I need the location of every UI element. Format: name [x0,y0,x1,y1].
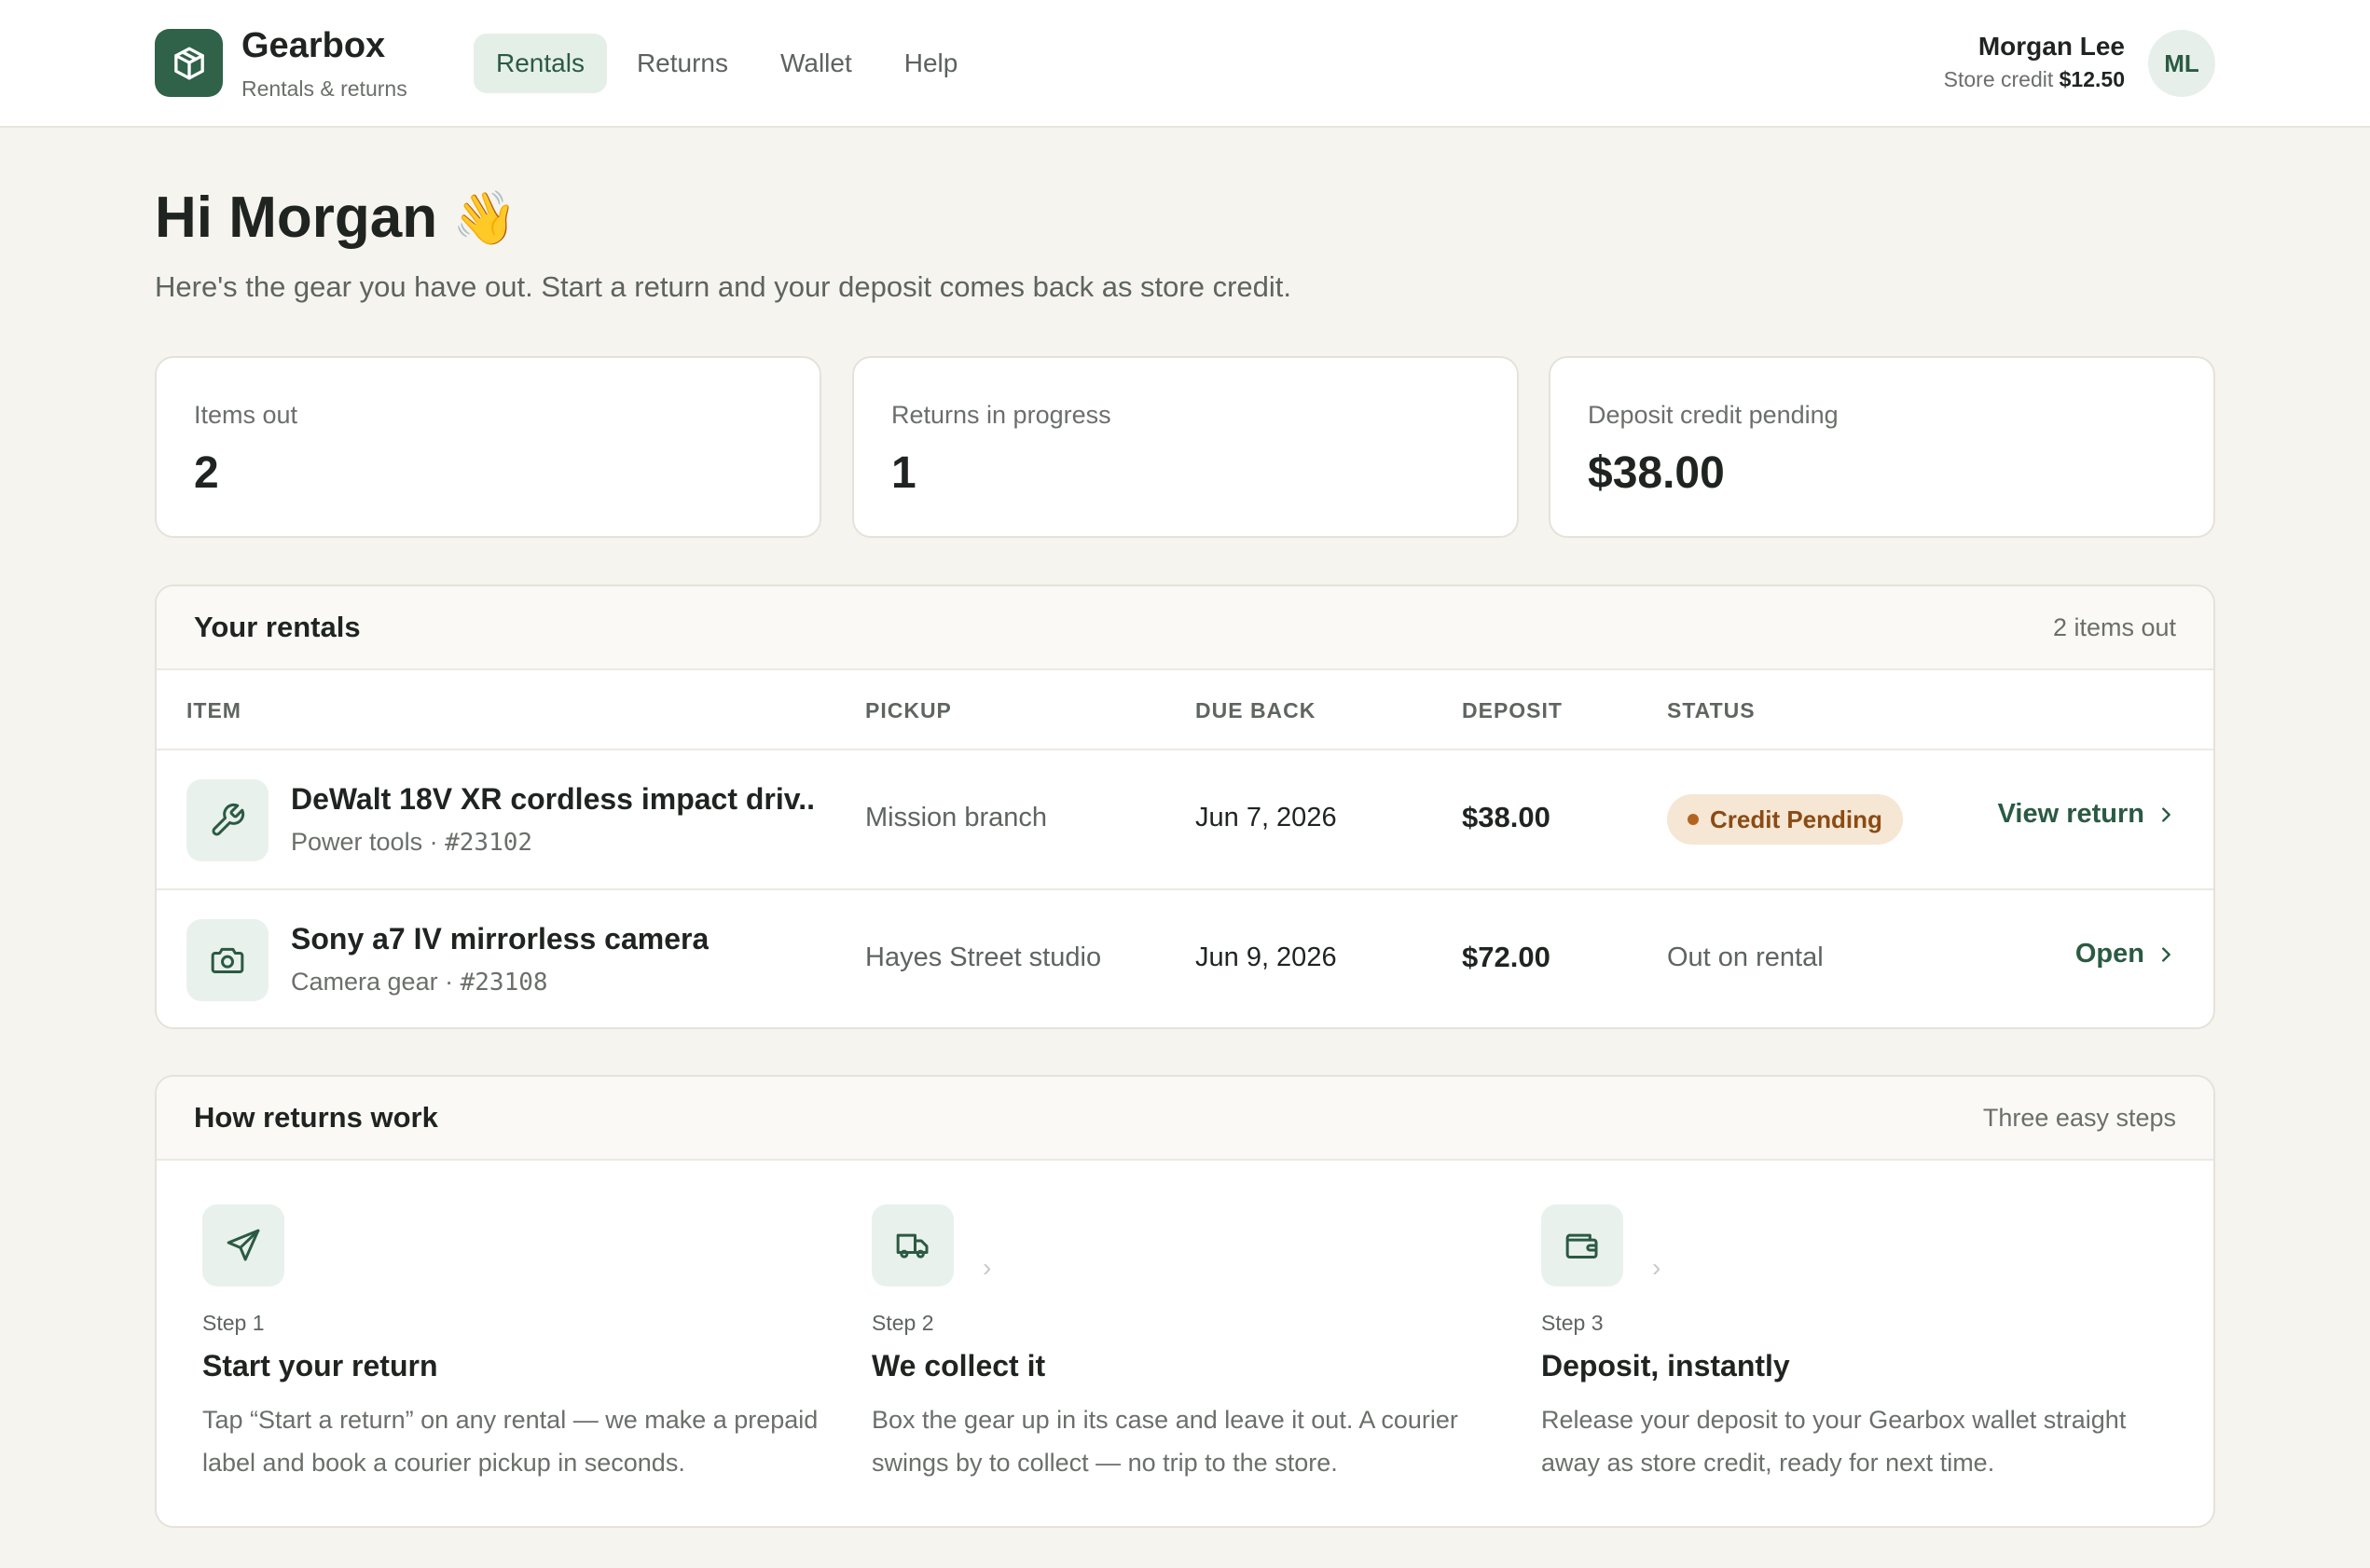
pickup-location: Mission branch [865,803,1048,832]
chevron-right-icon: › [983,1253,992,1282]
steps-container: Step 1 Start your return Tap “Start a re… [202,1204,2170,1484]
truck-icon [872,1204,954,1286]
rentals-panel: Your rentals 2 items out ITEM PICKUP DUE… [155,585,2215,1029]
page-subtitle: Here's the gear you have out. Start a re… [155,270,1292,303]
stat-label: Items out [194,401,298,429]
step-title: Start your return [202,1349,438,1382]
stat-card-returns-in-progress: Returns in progress 1 [852,356,1519,538]
box-logo-icon[interactable] [155,29,223,97]
brand-subtitle: Rentals & returns [241,76,407,101]
stat-label: Deposit credit pending [1588,401,1839,429]
waving-hand-icon: 👋 [452,187,517,247]
deposit-amount: $72.00 [1462,941,1550,973]
column-header-pickup: PICKUP [865,698,952,722]
item-meta: Camera gear · #23108 [291,968,548,997]
step-description: Tap “Start a return” on any rental — we … [202,1406,819,1477]
step-title: We collect it [872,1349,1046,1382]
how-returns-title: How returns work [194,1101,438,1134]
step-number: Step 2 [872,1311,934,1335]
column-header-deposit: DEPOSIT [1462,698,1563,722]
item-name: Sony a7 IV mirrorless camera [291,922,710,956]
user-name: Morgan Lee [1977,32,2125,61]
greeting-text: Hi Morgan [155,186,438,250]
step-title: Deposit, instantly [1541,1349,1790,1382]
status-dot-icon [1688,814,1699,825]
how-returns-aside: Three easy steps [1982,1103,2176,1132]
due-date: Jun 7, 2026 [1195,803,1337,832]
step-number: Step 1 [202,1311,265,1335]
wallet-icon [1541,1204,1623,1286]
item-sku: #23108 [460,969,548,997]
step-description: Box the gear up in its case and leave it… [872,1406,1458,1477]
rentals-title: Your rentals [194,611,361,643]
chevron-right-icon: › [1652,1253,1661,1282]
column-header-status: STATUS [1667,698,1756,722]
table-header: ITEM PICKUP DUE BACK DEPOSIT STATUS [157,670,2213,750]
step-description: Release your deposit to your Gearbox wal… [1541,1406,2127,1477]
chevron-right-icon [2162,946,2170,962]
nav-rentals[interactable]: Rentals [474,34,607,93]
stat-value: $38.00 [1588,448,1725,498]
item-sku: #23102 [445,829,533,857]
status-text: Out on rental [1667,942,1824,972]
meta-separator: · [429,828,438,856]
column-header-item: ITEM [186,698,241,722]
camera-icon [186,919,269,1001]
stat-value: 1 [891,448,916,498]
top-bar: Gearbox Rentals & returns Rentals Return… [0,0,2370,128]
pickup-location: Hayes Street studio [865,942,1102,972]
status-badge: Credit Pending [1667,794,1903,845]
store-credit-value: $12.50 [2059,67,2125,91]
chevron-right-icon [2162,806,2170,822]
brand-name: Gearbox [241,26,386,65]
item-category: Power tools [291,828,423,856]
nav-returns[interactable]: Returns [614,34,751,93]
how-returns-panel: How returns work Three easy steps Step 1… [155,1075,2215,1528]
rentals-count: 2 items out [2052,612,2176,641]
item-meta: Power tools · #23102 [291,828,532,857]
meta-separator: · [445,968,454,996]
column-header-due-back: DUE BACK [1195,698,1316,722]
wrench-icon [186,779,269,861]
view-return-link[interactable]: View return [1998,799,2176,830]
send-icon [202,1204,284,1286]
page-title: Hi Morgan 👋 [155,185,517,251]
avatar[interactable]: ML [2148,30,2215,97]
stat-value: 2 [194,448,219,498]
open-link[interactable]: Open [2075,939,2176,970]
steps-row: Step 1 Start your return Tap “Start a re… [157,1161,2213,1526]
item-category: Camera gear [291,968,438,996]
store-credit-label: Store credit [1943,67,2054,91]
stat-label: Returns in progress [891,401,1111,429]
item-name: DeWalt 18V XR cordless impact driv... [291,782,813,816]
status-badge-label: Credit Pending [1710,805,1882,833]
how-returns-header: How returns work Three easy steps [157,1077,2213,1161]
view-return-label: View return [1997,799,2144,829]
due-date: Jun 9, 2026 [1195,942,1337,972]
nav-wallet[interactable]: Wallet [758,34,875,93]
step-number: Step 3 [1541,1311,1604,1335]
nav-help[interactable]: Help [882,34,981,93]
rentals-panel-header: Your rentals 2 items out [157,586,2213,670]
open-label: Open [2074,939,2144,969]
store-credit: Store credit $12.50 [1944,67,2125,92]
table-row[interactable]: Sony a7 IV mirrorless camera Camera gear… [157,890,2213,1027]
deposit-amount: $38.00 [1462,801,1550,833]
stat-card-deposit-pending: Deposit credit pending $38.00 [1549,356,2215,538]
table-row[interactable]: DeWalt 18V XR cordless impact driv... Po… [157,750,2213,890]
stat-card-items-out: Items out 2 [155,356,821,538]
main-nav: Rentals Returns Wallet Help [474,34,980,93]
